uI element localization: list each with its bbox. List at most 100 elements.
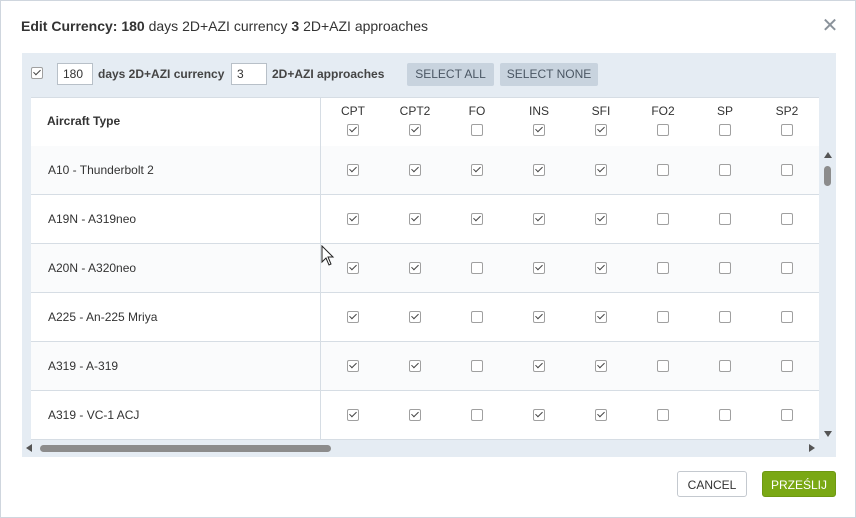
row-checkbox-ins[interactable] (533, 360, 545, 372)
row-checkbox-cpt[interactable] (347, 213, 359, 225)
row-checkbox-sp[interactable] (719, 360, 731, 372)
row-checkbox-sp2[interactable] (781, 311, 793, 323)
close-icon[interactable]: ✕ (821, 15, 839, 37)
aircraft-type-header: Aircraft Type (47, 114, 121, 128)
row-checkbox-cpt2[interactable] (409, 311, 421, 323)
column-checkbox-sfi[interactable] (595, 124, 607, 136)
row-checkbox-cpt2[interactable] (409, 360, 421, 372)
row-checkbox-cpt[interactable] (347, 311, 359, 323)
row-checkbox-fo2[interactable] (657, 164, 669, 176)
row-checkbox-cpt2[interactable] (409, 409, 421, 421)
column-checkbox-sp[interactable] (719, 124, 731, 136)
column-header-cpt: CPT (341, 104, 365, 118)
row-checkbox-fo[interactable] (471, 164, 483, 176)
row-checkbox-sfi[interactable] (595, 409, 607, 421)
aircraft-type-name: A10 - Thunderbolt 2 (48, 163, 154, 177)
column-header-cpt2: CPT2 (399, 104, 431, 118)
row-checkbox-sp2[interactable] (781, 262, 793, 274)
row-checkbox-fo[interactable] (471, 311, 483, 323)
row-checkbox-ins[interactable] (533, 262, 545, 274)
mouse-cursor-icon (321, 245, 335, 266)
horizontal-scroll-thumb[interactable] (40, 445, 331, 452)
row-checkbox-ins[interactable] (533, 311, 545, 323)
days-input[interactable] (57, 63, 93, 85)
vertical-scrollbar[interactable] (821, 150, 836, 440)
row-checkbox-ins[interactable] (533, 409, 545, 421)
cancel-button[interactable]: CANCEL (677, 471, 747, 497)
row-checkbox-cpt2[interactable] (409, 164, 421, 176)
days-label: days 2D+AZI currency (98, 67, 225, 81)
column-header-ins: INS (528, 104, 549, 118)
master-checkbox[interactable] (31, 67, 43, 79)
column-divider (320, 97, 321, 440)
column-checkbox-cpt2[interactable] (409, 124, 421, 136)
row-checkbox-sp[interactable] (719, 164, 731, 176)
column-checkbox-fo2[interactable] (657, 124, 669, 136)
column-header-fo2: FO2 (651, 104, 675, 118)
table-row: A10 - Thunderbolt 2 (31, 146, 819, 195)
table-row: A19N - A319neo (31, 195, 819, 244)
row-checkbox-cpt2[interactable] (409, 213, 421, 225)
row-checkbox-cpt2[interactable] (409, 262, 421, 274)
row-checkbox-sp2[interactable] (781, 360, 793, 372)
row-checkbox-sp2[interactable] (781, 213, 793, 225)
scroll-up-icon[interactable] (824, 152, 832, 158)
row-checkbox-sp2[interactable] (781, 409, 793, 421)
row-checkbox-fo[interactable] (471, 262, 483, 274)
dialog-title: Edit Currency: 180 days 2D+AZI currency … (21, 18, 428, 34)
aircraft-type-name: A19N - A319neo (48, 212, 137, 226)
scroll-left-icon[interactable] (26, 444, 32, 452)
table-row: A225 - An-225 Mriya (31, 293, 819, 342)
row-checkbox-fo2[interactable] (657, 262, 669, 274)
submit-button[interactable]: PRZEŚLIJ (762, 471, 836, 497)
row-checkbox-sfi[interactable] (595, 311, 607, 323)
row-checkbox-sp[interactable] (719, 213, 731, 225)
row-checkbox-fo2[interactable] (657, 360, 669, 372)
column-checkbox-cpt[interactable] (347, 124, 359, 136)
row-checkbox-sp2[interactable] (781, 164, 793, 176)
row-checkbox-cpt[interactable] (347, 409, 359, 421)
edit-currency-dialog: Edit Currency: 180 days 2D+AZI currency … (0, 0, 856, 518)
row-checkbox-sfi[interactable] (595, 360, 607, 372)
row-checkbox-fo2[interactable] (657, 409, 669, 421)
table-row: A20N - A320neo (31, 244, 819, 293)
row-checkbox-sfi[interactable] (595, 262, 607, 274)
vertical-scroll-thumb[interactable] (824, 166, 831, 186)
row-checkbox-sfi[interactable] (595, 213, 607, 225)
approaches-input[interactable] (231, 63, 267, 85)
aircraft-type-name: A225 - An-225 Mriya (48, 310, 158, 324)
row-checkbox-fo2[interactable] (657, 213, 669, 225)
row-checkbox-fo2[interactable] (657, 311, 669, 323)
currency-panel: days 2D+AZI currency 2D+AZI approaches S… (22, 53, 836, 457)
row-checkbox-sfi[interactable] (595, 164, 607, 176)
row-checkbox-cpt[interactable] (347, 164, 359, 176)
row-checkbox-fo[interactable] (471, 360, 483, 372)
row-checkbox-cpt[interactable] (347, 360, 359, 372)
row-checkbox-cpt[interactable] (347, 262, 359, 274)
row-checkbox-fo[interactable] (471, 213, 483, 225)
toolbar: days 2D+AZI currency 2D+AZI approaches S… (22, 53, 836, 97)
table-row: A319 - A-319 (31, 342, 819, 391)
select-all-button[interactable]: SELECT ALL (407, 63, 494, 86)
select-none-button[interactable]: SELECT NONE (500, 63, 598, 86)
column-header-sp: SP (716, 104, 733, 118)
column-header-sfi: SFI (591, 104, 611, 118)
aircraft-grid: Aircraft Type CPT CPT2 FO INS SFI FO2 SP SP2 A1… (31, 97, 819, 440)
aircraft-type-name: A319 - A-319 (48, 359, 119, 373)
approaches-label: 2D+AZI approaches (272, 67, 385, 81)
column-header-sp2: SP2 (775, 104, 799, 118)
row-checkbox-sp[interactable] (719, 262, 731, 274)
column-checkbox-sp2[interactable] (781, 124, 793, 136)
column-header-fo: FO (468, 104, 486, 118)
row-checkbox-sp[interactable] (719, 409, 731, 421)
row-checkbox-ins[interactable] (533, 164, 545, 176)
column-checkbox-fo[interactable] (471, 124, 483, 136)
row-checkbox-ins[interactable] (533, 213, 545, 225)
row-checkbox-sp[interactable] (719, 311, 731, 323)
scroll-right-icon[interactable] (809, 444, 815, 452)
scroll-down-icon[interactable] (824, 431, 832, 437)
row-checkbox-fo[interactable] (471, 409, 483, 421)
aircraft-type-name: A319 - VC-1 ACJ (48, 408, 140, 422)
column-checkbox-ins[interactable] (533, 124, 545, 136)
horizontal-scrollbar[interactable] (22, 440, 822, 457)
